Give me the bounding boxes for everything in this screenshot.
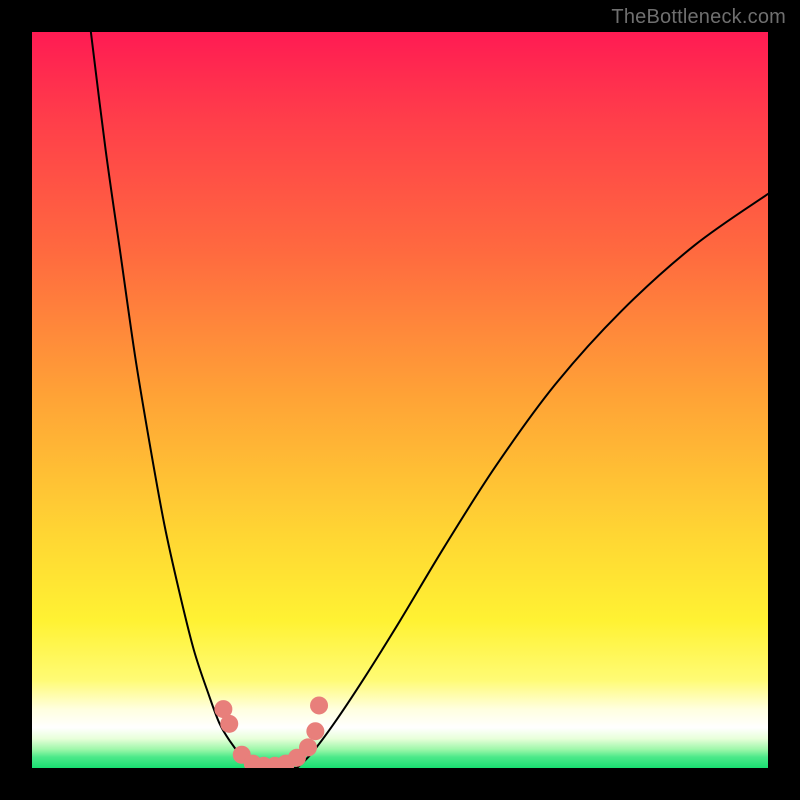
marker-layer bbox=[214, 696, 328, 768]
curve-left-curve bbox=[91, 32, 253, 768]
chart-svg bbox=[32, 32, 768, 768]
marker-dot bbox=[310, 696, 328, 714]
marker-dot bbox=[306, 722, 324, 740]
series-layer bbox=[91, 32, 768, 768]
plot-area bbox=[32, 32, 768, 768]
marker-dot bbox=[220, 715, 238, 733]
curve-right-curve bbox=[297, 194, 768, 768]
chart-frame: TheBottleneck.com bbox=[0, 0, 800, 800]
marker-dot bbox=[299, 738, 317, 756]
watermark-text: TheBottleneck.com bbox=[611, 6, 786, 29]
